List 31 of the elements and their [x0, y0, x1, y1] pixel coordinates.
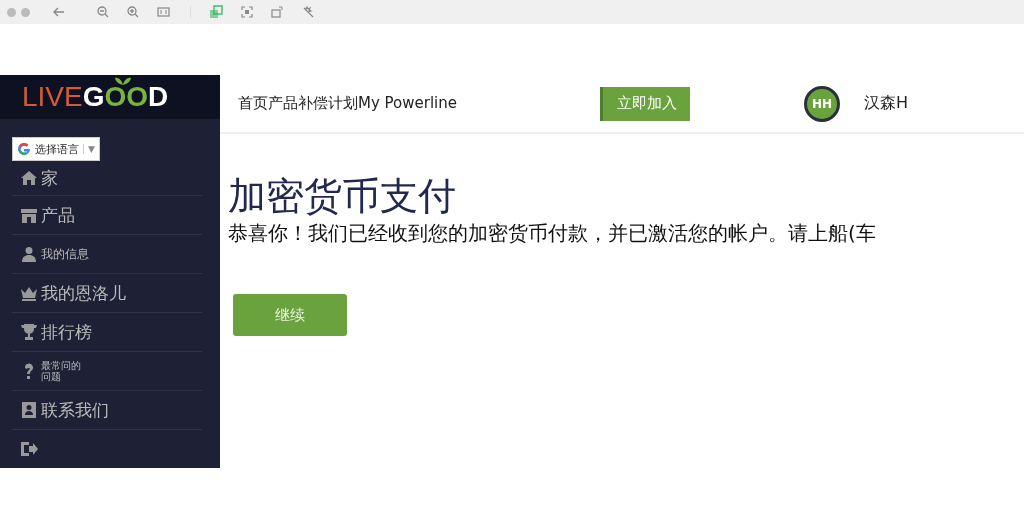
- sidebar-item[interactable]: 我的恩洛儿: [12, 274, 202, 313]
- store-icon: [20, 206, 38, 224]
- minimize-icon[interactable]: [21, 7, 30, 17]
- user-icon: [20, 245, 38, 263]
- trophy-icon: [20, 323, 38, 341]
- page-title: 加密货币支付: [228, 173, 457, 220]
- contact-icon: [20, 401, 38, 419]
- sidebar-item[interactable]: 家: [12, 161, 202, 196]
- sidebar-item[interactable]: 产品: [12, 196, 202, 235]
- wand-icon[interactable]: [302, 6, 314, 18]
- zoom-out-icon[interactable]: [97, 6, 109, 18]
- home-icon: [20, 169, 38, 187]
- google-icon: [17, 142, 31, 156]
- zoom-in-icon[interactable]: [127, 6, 139, 18]
- fit-icon[interactable]: [157, 7, 170, 17]
- close-icon[interactable]: [7, 7, 16, 17]
- sidebar-item[interactable]: 排行榜: [12, 313, 202, 352]
- rotate-icon[interactable]: [271, 6, 284, 18]
- sidebar-item[interactable]: 最常问的问题: [12, 352, 202, 391]
- copy-icon[interactable]: [209, 5, 223, 19]
- sidebar-item[interactable]: 我的信息: [12, 235, 202, 274]
- user-name[interactable]: 汉森H: [864, 93, 909, 114]
- nav-links[interactable]: 首页产品补偿计划My Powerline: [238, 94, 600, 113]
- crop-icon[interactable]: [241, 6, 253, 18]
- sidebar-item[interactable]: 联系我们: [12, 391, 202, 430]
- success-message: 恭喜你！我们已经收到您的加密货币付款，并已激活您的帐户。请上船(车: [228, 220, 877, 247]
- language-select[interactable]: 选择语言 ▼: [12, 137, 100, 161]
- logout-icon: [20, 440, 38, 458]
- language-label: 选择语言: [35, 141, 79, 157]
- back-icon[interactable]: [53, 7, 65, 17]
- livegood-logo[interactable]: LIVEGOOD: [0, 75, 220, 119]
